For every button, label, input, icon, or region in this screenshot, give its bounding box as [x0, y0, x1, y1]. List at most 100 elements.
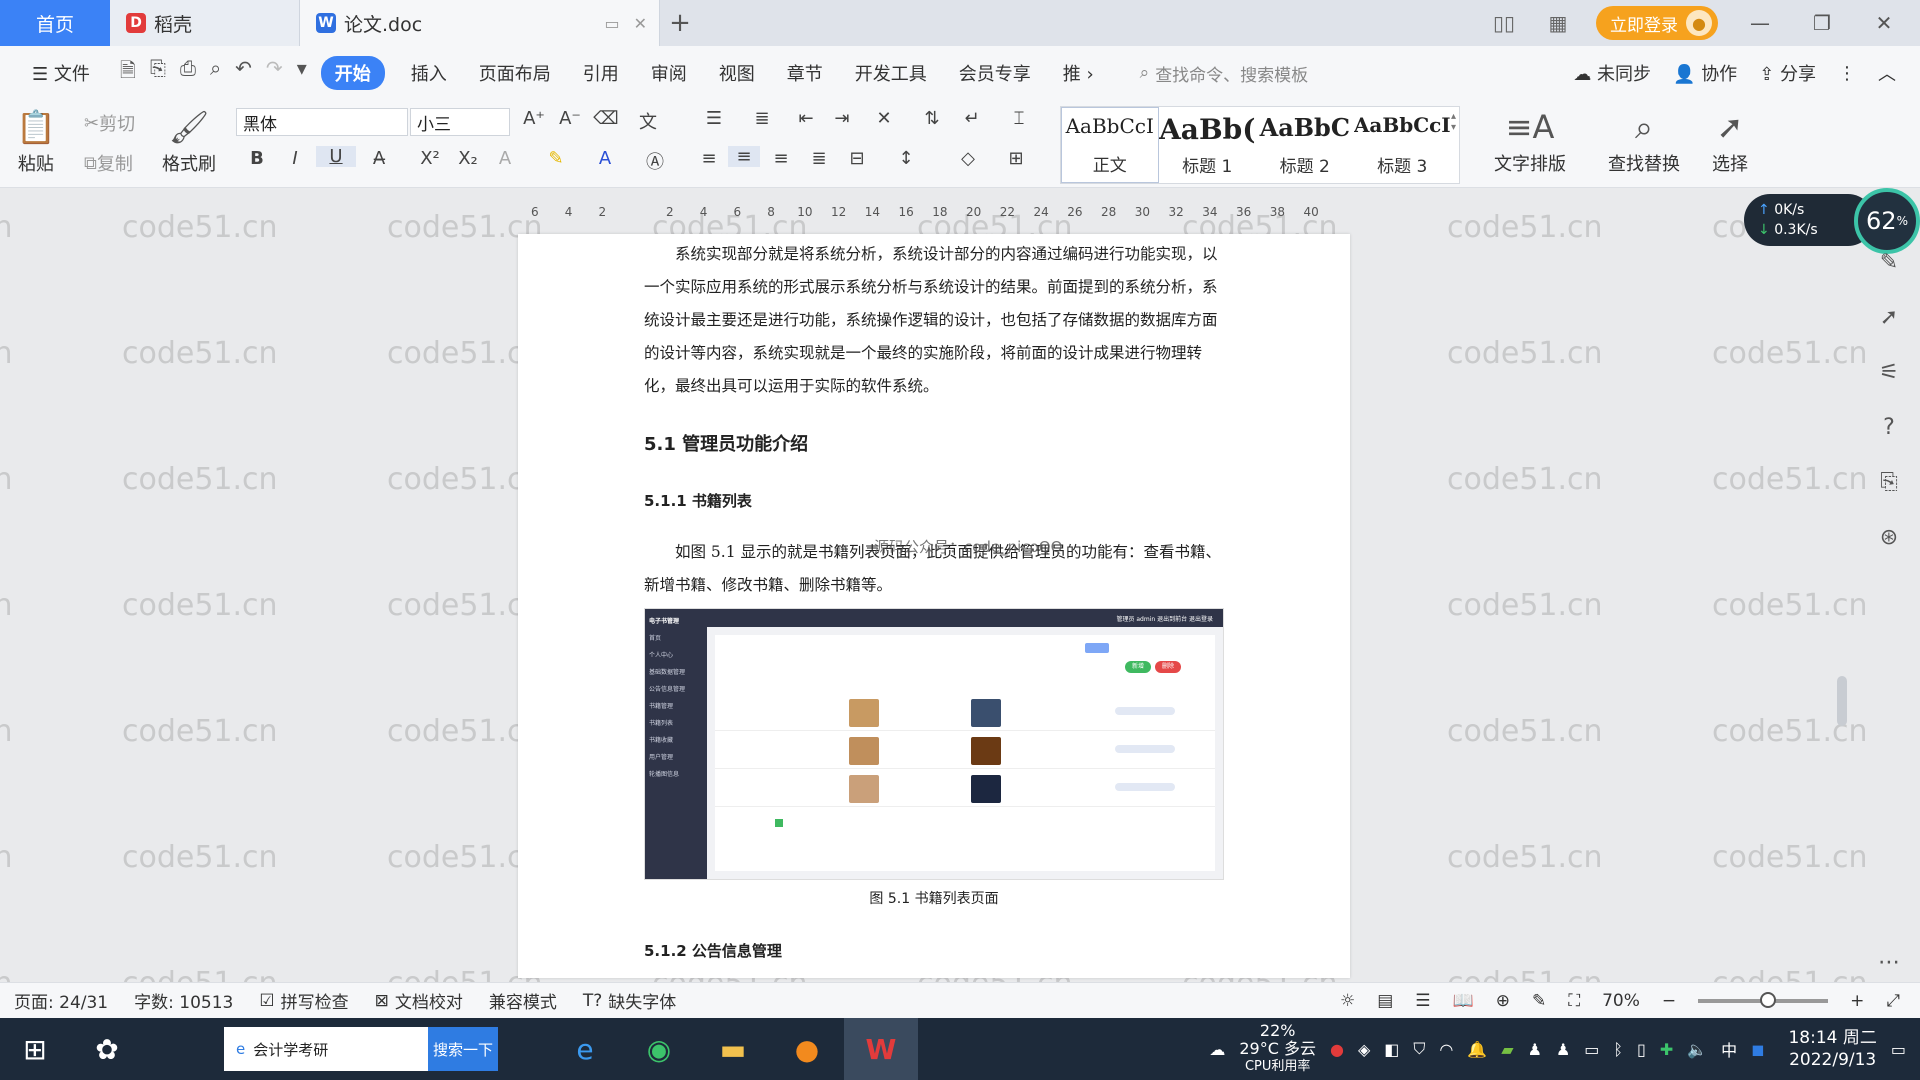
more-icon[interactable]: ⋮: [1838, 63, 1856, 84]
menu-item-insert[interactable]: 插入: [395, 60, 463, 86]
shrink-font-icon[interactable]: A⁻: [556, 108, 584, 129]
close-tab-icon[interactable]: ✕: [634, 14, 647, 33]
action-center-icon[interactable]: ▭: [1891, 1040, 1906, 1059]
adjust-icon[interactable]: ⚟: [1879, 360, 1899, 385]
web-view-icon[interactable]: ⊕: [1496, 991, 1510, 1011]
font-color-icon[interactable]: A: [592, 148, 618, 169]
menu-item-devtools[interactable]: 开发工具: [839, 60, 943, 86]
battery-icon[interactable]: ▭: [1584, 1040, 1599, 1059]
collapse-ribbon-icon[interactable]: ︿: [1878, 60, 1896, 86]
shading-icon[interactable]: ◇: [950, 148, 986, 169]
wps-taskbar-icon[interactable]: W: [844, 1018, 918, 1080]
sort-icon[interactable]: ⇅: [918, 108, 946, 129]
missing-font-button[interactable]: T? 缺失字体: [583, 988, 676, 1014]
grow-font-icon[interactable]: A⁺: [520, 108, 548, 129]
write-view-icon[interactable]: ✎: [1532, 991, 1546, 1011]
vertical-scrollbar[interactable]: [1834, 240, 1850, 980]
share-button[interactable]: ⇪ 分享: [1759, 60, 1816, 86]
tab-home[interactable]: 首页: [0, 0, 110, 46]
search-app-icon[interactable]: ◼: [1751, 1040, 1764, 1059]
tray-app-icon[interactable]: ✚: [1660, 1040, 1673, 1059]
paste-button[interactable]: 📋 粘贴: [16, 108, 56, 176]
horizontal-ruler[interactable]: 6 4 2 2 4 6 8 10 12 14 16 18 20 22 24 26 28 30 32 34 36 38 40: [518, 200, 1328, 224]
print-preview-icon[interactable]: ⌕: [210, 56, 221, 90]
file-explorer-icon[interactable]: ▬: [696, 1018, 770, 1080]
fullscreen-icon[interactable]: ⤢: [1886, 991, 1900, 1011]
menu-item-more[interactable]: 推 ›: [1047, 60, 1110, 86]
page-view-icon[interactable]: ▤: [1377, 991, 1393, 1011]
increase-indent-icon[interactable]: ⇥: [828, 108, 856, 129]
text-layout-button[interactable]: ≡A 文字排版: [1494, 108, 1566, 176]
taskbar-search-input[interactable]: e 会计学考研: [224, 1027, 428, 1071]
phonetic-icon[interactable]: 文: [630, 108, 666, 134]
minimize-button[interactable]: —: [1740, 11, 1780, 35]
command-search[interactable]: ⌕ 查找命令、搜索模板: [1140, 61, 1309, 86]
select-button[interactable]: ➚ 选择: [1712, 108, 1748, 176]
char-border-icon[interactable]: Ⓐ: [642, 148, 668, 174]
style-heading-1[interactable]: AaBb( 标题 1: [1159, 107, 1257, 183]
highlight-icon[interactable]: ✎: [542, 148, 570, 169]
bullets-icon[interactable]: ☰: [696, 108, 732, 129]
font-name-select[interactable]: 黑体: [236, 108, 408, 136]
document-page[interactable]: 系统实现部分就是将系统分析，系统设计部分的内容通过编码进行功能实现，以一个实际应…: [518, 234, 1350, 978]
export-icon[interactable]: ⎘: [150, 56, 166, 90]
clear-format-icon[interactable]: ⌫: [592, 108, 620, 129]
italic-icon[interactable]: I: [282, 148, 308, 169]
taskbar-search-button[interactable]: 搜索一下: [428, 1027, 498, 1071]
tray-app-icon[interactable]: ◧: [1384, 1040, 1399, 1059]
style-normal[interactable]: AaBbCcI 正文: [1061, 107, 1159, 183]
menu-item-chapter[interactable]: 章节: [771, 60, 839, 86]
justify-icon[interactable]: ≣: [806, 148, 832, 169]
borders-icon[interactable]: ⊞: [998, 148, 1034, 169]
styles-scroll[interactable]: ▴ ▾: [1451, 107, 1459, 183]
text-effect-icon[interactable]: A: [492, 148, 518, 169]
customize-icon[interactable]: ▾: [297, 56, 307, 90]
zoom-knob[interactable]: [1760, 991, 1777, 1008]
read-view-icon[interactable]: 📖: [1453, 991, 1474, 1011]
spellcheck-button[interactable]: ☑ 拼写检查: [259, 988, 348, 1014]
cut-button[interactable]: ✂ 剪切: [84, 110, 135, 136]
new-tab-button[interactable]: +: [660, 0, 700, 46]
eye-protect-icon[interactable]: ☼: [1340, 991, 1355, 1011]
windows-start-icon[interactable]: ⊞: [0, 1033, 70, 1066]
monitor-icon[interactable]: ▭: [604, 14, 619, 33]
style-heading-3[interactable]: AaBbCcI 标题 3: [1354, 107, 1452, 183]
menu-item-view[interactable]: 视图: [703, 60, 771, 86]
compass-icon[interactable]: ⊛: [1880, 525, 1898, 550]
pointer-icon[interactable]: ➚: [1880, 305, 1898, 330]
doc-proof-button[interactable]: ⊠ 文档校对: [375, 988, 463, 1014]
qq-icon[interactable]: ♟: [1528, 1040, 1542, 1059]
qq-icon[interactable]: ♟: [1556, 1040, 1570, 1059]
tray-app-icon[interactable]: ●: [1330, 1040, 1344, 1059]
paragraph-marks-icon[interactable]: ↵: [954, 108, 990, 129]
decrease-indent-icon[interactable]: ⇤: [792, 108, 820, 129]
clock[interactable]: 18:14 周二 2022/9/13: [1788, 1027, 1876, 1071]
apps-grid-icon[interactable]: ▦: [1542, 11, 1574, 35]
find-replace-button[interactable]: ⌕ 查找替换: [1608, 108, 1680, 176]
menu-item-review[interactable]: 审阅: [635, 60, 703, 86]
cloud-doc-icon[interactable]: ⎘: [1880, 470, 1898, 495]
pen-icon[interactable]: ✎: [1880, 250, 1898, 275]
format-painter-button[interactable]: 🖌 格式刷: [162, 108, 216, 176]
bold-icon[interactable]: B: [244, 148, 270, 169]
superscript-icon[interactable]: X²: [414, 148, 446, 169]
sync-button[interactable]: ☁ 未同步: [1573, 60, 1651, 86]
collab-button[interactable]: 👤 协作: [1673, 60, 1737, 86]
fit-page-icon[interactable]: ⛶: [1568, 991, 1580, 1011]
word-count[interactable]: 字数: 10513: [134, 988, 233, 1013]
page-indicator[interactable]: 页面: 24/31: [14, 988, 108, 1013]
bluetooth-icon[interactable]: ᛒ: [1613, 1040, 1623, 1059]
align-right-icon[interactable]: ≡: [768, 148, 794, 169]
taskbar-search[interactable]: e 会计学考研 搜索一下: [224, 1027, 498, 1071]
weather-icon[interactable]: ☁: [1209, 1040, 1225, 1059]
volume-icon[interactable]: 🔈: [1687, 1040, 1707, 1059]
outline-view-icon[interactable]: ☰: [1415, 991, 1430, 1011]
zoom-in-icon[interactable]: +: [1850, 991, 1864, 1011]
nvidia-icon[interactable]: ▰: [1501, 1040, 1513, 1059]
ime-indicator[interactable]: 中: [1721, 1037, 1737, 1061]
zoom-slider[interactable]: [1698, 991, 1829, 1008]
subscript-icon[interactable]: X₂: [452, 148, 484, 169]
zoom-value[interactable]: 70%: [1602, 991, 1640, 1011]
line-spacing-icon[interactable]: ↕: [888, 148, 924, 169]
style-heading-2[interactable]: AaBbC 标题 2: [1256, 107, 1354, 183]
